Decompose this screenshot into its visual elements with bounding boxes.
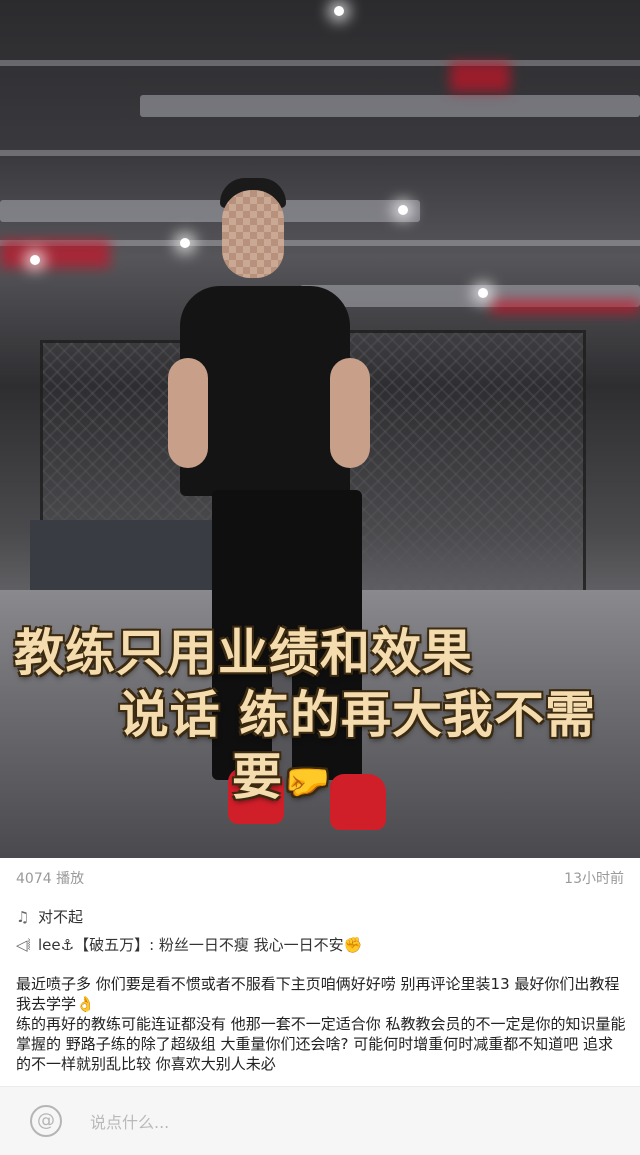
music-row[interactable]: ♫ 对不起 [16, 906, 83, 927]
top-comment-row[interactable]: ◁⦚ lee⚓【破五万】: 粉丝一日不瘦 我心一日不安✊ [16, 934, 362, 955]
ceiling-light [30, 255, 40, 265]
caption-line-1: 教练只用业绩和效果 [14, 624, 473, 682]
at-icon[interactable]: @ [30, 1105, 62, 1137]
video-meta: 4074 播放 13小时前 [16, 864, 624, 892]
ceiling-beam [0, 60, 640, 66]
comment-bar: @ 说点什么... [0, 1086, 640, 1155]
post-description: 最近喷子多 你们要是看不惯或者不服看下主页咱俩好好唠 别再评论里装13 最好你们… [16, 974, 628, 1074]
red-light-glow [450, 62, 510, 92]
fist-emoji-icon: 🤛 [283, 759, 332, 803]
red-light-glow [0, 240, 110, 268]
top-comment-text: lee⚓【破五万】: 粉丝一日不瘦 我心一日不安✊ [38, 936, 363, 954]
play-count: 4074 播放 [16, 871, 85, 887]
post-paragraph-2: 练的再好的教练可能连证都没有 他那一套不一定适合你 私教教会员的不一定是你的知识… [16, 1015, 626, 1073]
right-arm [330, 358, 370, 468]
comment-input[interactable]: 说点什么... [90, 1109, 169, 1133]
video-player[interactable]: 教练只用业绩和效果 说话 练的再大我不需 要🤛 [0, 0, 640, 858]
caption-line-3-text: 要 [232, 748, 283, 806]
post-paragraph-1: 最近喷子多 你们要是看不惯或者不服看下主页咱俩好好唠 别再评论里装13 最好你们… [16, 975, 620, 1013]
ceiling-light [334, 6, 344, 16]
ceiling-duct [140, 95, 640, 117]
left-arm [168, 358, 208, 468]
caption-line-2: 说话 练的再大我不需 [118, 686, 596, 744]
caption-line-3: 要🤛 [14, 746, 614, 812]
video-caption: 教练只用业绩和效果 说话 练的再大我不需 要🤛 [14, 622, 614, 812]
ceiling-light [478, 288, 488, 298]
music-title: 对不起 [38, 908, 84, 926]
speaker-icon: ◁⦚ [16, 935, 31, 954]
post-time: 13小时前 [564, 871, 624, 887]
music-note-icon: ♫ [16, 907, 30, 926]
red-light-glow [490, 300, 640, 314]
blurred-face [222, 190, 284, 278]
ceiling-beam [0, 150, 640, 156]
